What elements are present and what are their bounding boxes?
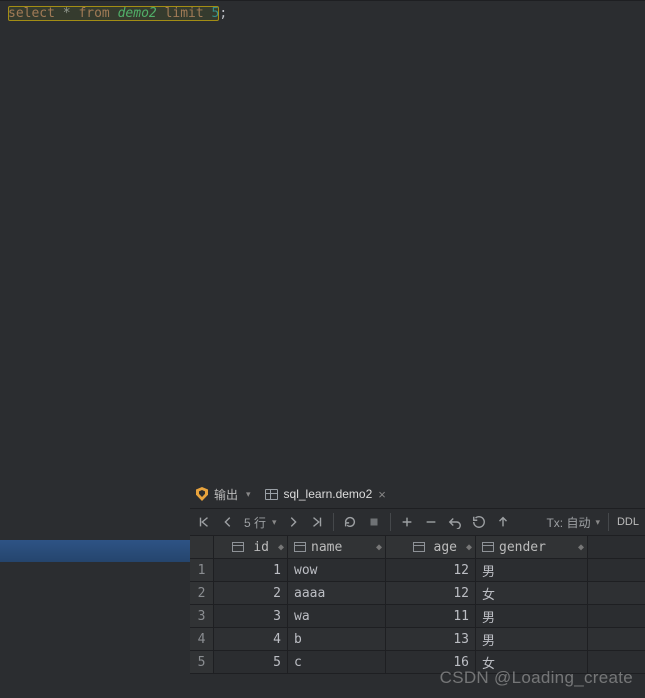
last-page-button[interactable] [309, 514, 325, 530]
kw-select: select [8, 6, 55, 21]
results-panel: 输出 ▾ sql_learn.demo2 × 5 行 ▾ Tx: 自动 ▾ [190, 480, 645, 674]
tab-data[interactable]: sql_learn.demo2 × [265, 487, 386, 502]
col-header-name[interactable]: name ◆ [288, 536, 386, 558]
chevron-down-icon: ▾ [272, 517, 277, 528]
cell-name[interactable]: aaaa [288, 582, 386, 604]
cell-age[interactable]: 12 [386, 559, 476, 581]
next-page-button[interactable] [285, 514, 301, 530]
limit-num: 5 [212, 6, 220, 21]
cell-name[interactable]: wow [288, 559, 386, 581]
table-row[interactable]: 5 5 c 16 女 [190, 651, 645, 674]
semicolon: ; [219, 6, 227, 21]
cell-gender[interactable]: 男 [476, 559, 588, 581]
result-grid: id ◆ name ◆ age ◆ gender ◆ 1 1 wow [190, 536, 645, 674]
result-toolbar: 5 行 ▾ Tx: 自动 ▾ DDL [190, 508, 645, 536]
cell-age[interactable]: 16 [386, 651, 476, 673]
sort-icon[interactable]: ◆ [376, 542, 380, 553]
sort-icon[interactable]: ◆ [466, 542, 470, 553]
row-count-dropdown[interactable]: 5 行 ▾ [244, 514, 277, 531]
cell-name[interactable]: c [288, 651, 386, 673]
cell-id[interactable]: 1 [214, 559, 288, 581]
kw-from: from [78, 6, 109, 21]
cell-id[interactable]: 2 [214, 582, 288, 604]
close-icon[interactable]: × [378, 487, 386, 502]
sql-line-1[interactable]: select * from demo2 limit 5 ; [0, 1, 645, 26]
tx-mode-label: Tx: 自动 [546, 514, 590, 531]
table-icon [265, 489, 278, 500]
cell-id[interactable]: 5 [214, 651, 288, 673]
cell-age[interactable]: 13 [386, 628, 476, 650]
table-ident: demo2 [118, 6, 157, 21]
column-icon [413, 542, 425, 552]
selection-highlight [0, 540, 190, 562]
shield-icon [196, 487, 208, 501]
cell-gender[interactable]: 男 [476, 605, 588, 627]
row-count-label: 5 行 [244, 514, 266, 531]
cell-name[interactable]: wa [288, 605, 386, 627]
submit-up-button[interactable] [495, 514, 511, 530]
col-header-gender[interactable]: gender ◆ [476, 536, 588, 558]
refresh-button[interactable] [342, 514, 358, 530]
column-icon [232, 542, 244, 552]
sort-icon[interactable]: ◆ [578, 542, 582, 553]
cell-gender[interactable]: 女 [476, 582, 588, 604]
prev-page-button[interactable] [220, 514, 236, 530]
sql-editor[interactable]: select * from demo2 limit 5 ; [0, 0, 645, 420]
table-row[interactable]: 2 2 aaaa 12 女 [190, 582, 645, 605]
chevron-down-icon: ▾ [246, 489, 251, 500]
cell-name[interactable]: b [288, 628, 386, 650]
column-icon [294, 542, 306, 552]
row-number: 5 [190, 651, 214, 673]
cell-gender[interactable]: 女 [476, 651, 588, 673]
sort-icon[interactable]: ◆ [278, 542, 282, 553]
cell-id[interactable]: 4 [214, 628, 288, 650]
commit-button[interactable] [471, 514, 487, 530]
col-header-id[interactable]: id ◆ [214, 536, 288, 558]
col-name-label: name [311, 540, 342, 555]
first-page-button[interactable] [196, 514, 212, 530]
stop-button[interactable] [366, 514, 382, 530]
table-row[interactable]: 3 3 wa 11 男 [190, 605, 645, 628]
chevron-down-icon: ▾ [595, 517, 600, 528]
cell-id[interactable]: 3 [214, 605, 288, 627]
revert-button[interactable] [447, 514, 463, 530]
table-row[interactable]: 1 1 wow 12 男 [190, 559, 645, 582]
col-gender-label: gender [499, 540, 546, 555]
row-number: 1 [190, 559, 214, 581]
row-number: 4 [190, 628, 214, 650]
star-token: * [63, 6, 71, 21]
col-header-age[interactable]: age ◆ [386, 536, 476, 558]
cell-gender[interactable]: 男 [476, 628, 588, 650]
row-number-header [190, 536, 214, 558]
panel-gap [0, 420, 645, 480]
grid-header: id ◆ name ◆ age ◆ gender ◆ [190, 536, 645, 559]
row-number: 2 [190, 582, 214, 604]
result-tabs: 输出 ▾ sql_learn.demo2 × [190, 480, 645, 508]
add-row-button[interactable] [399, 514, 415, 530]
col-id-label: id [253, 540, 269, 555]
tab-output-label: 输出 [214, 486, 238, 503]
table-row[interactable]: 4 4 b 13 男 [190, 628, 645, 651]
col-age-label: age [434, 540, 457, 555]
cell-age[interactable]: 11 [386, 605, 476, 627]
tab-output[interactable]: 输出 ▾ [196, 486, 251, 503]
column-icon [482, 542, 494, 552]
row-number: 3 [190, 605, 214, 627]
ddl-button[interactable]: DDL [617, 516, 639, 528]
cell-age[interactable]: 12 [386, 582, 476, 604]
tx-mode-dropdown[interactable]: Tx: 自动 ▾ [546, 514, 600, 531]
kw-limit: limit [165, 6, 204, 21]
tab-data-label: sql_learn.demo2 [284, 487, 373, 501]
remove-row-button[interactable] [423, 514, 439, 530]
